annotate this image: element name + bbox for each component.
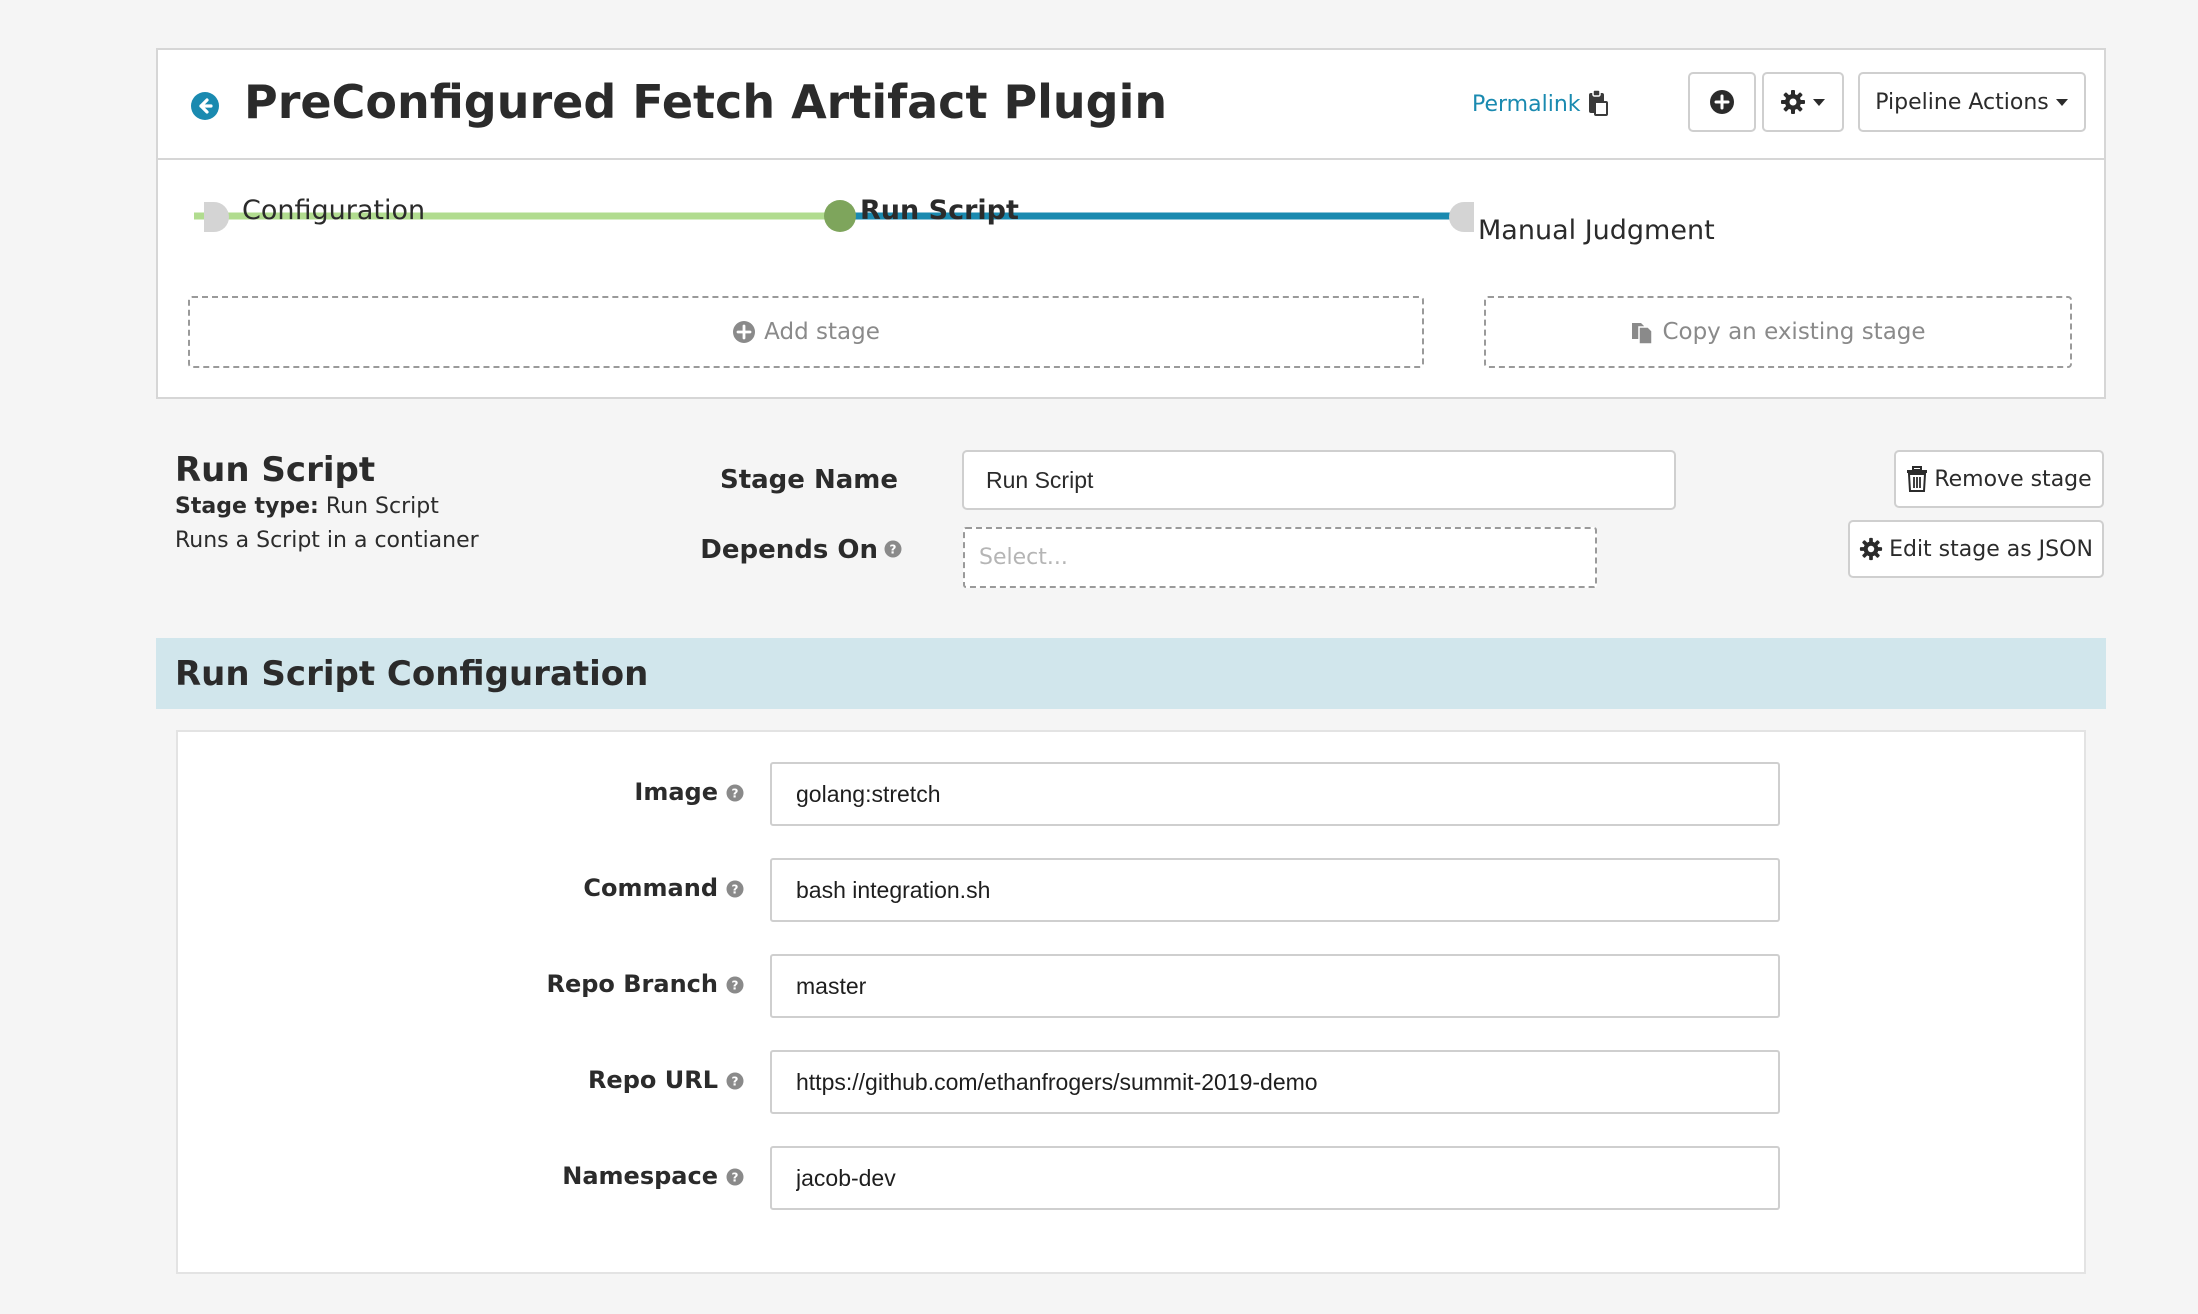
remove-stage-button[interactable]: Remove stage xyxy=(1894,450,2104,508)
repo-branch-input[interactable] xyxy=(770,954,1780,1018)
permalink-link[interactable]: Permalink xyxy=(1472,90,1581,120)
pipeline-graph xyxy=(194,200,1474,232)
stage-name-input[interactable] xyxy=(962,450,1676,510)
stage-description: Runs a Script in a contianer xyxy=(175,528,479,553)
command-input[interactable] xyxy=(770,858,1780,922)
settings-dropdown-button[interactable] xyxy=(1762,72,1844,132)
add-stage-button[interactable]: Add stage xyxy=(188,296,1424,368)
stage-title: Run Script xyxy=(175,450,376,490)
field-row-image: Image ? xyxy=(178,762,2084,826)
gear-icon xyxy=(1781,90,1805,114)
caret-down-icon xyxy=(1813,99,1825,106)
command-label: Command xyxy=(583,874,718,902)
svg-text:?: ? xyxy=(732,1171,739,1185)
plus-circle-icon xyxy=(1710,90,1734,114)
svg-text:?: ? xyxy=(732,787,739,801)
depends-on-select[interactable]: Select... xyxy=(963,527,1597,588)
gear-icon xyxy=(1860,537,1883,561)
add-stage-label: Add stage xyxy=(764,319,880,345)
edit-stage-json-button[interactable]: Edit stage as JSON xyxy=(1848,520,2104,578)
caret-down-icon xyxy=(2055,99,2068,106)
repo-branch-label: Repo Branch xyxy=(546,970,718,998)
add-button[interactable] xyxy=(1688,72,1756,132)
depends-on-label: Depends On xyxy=(700,535,878,565)
svg-text:?: ? xyxy=(732,1075,739,1089)
help-circle-icon[interactable]: ? xyxy=(726,880,744,898)
plus-circle-icon xyxy=(733,321,756,343)
field-row-namespace: Namespace ? xyxy=(178,1146,2084,1210)
help-circle-icon[interactable]: ? xyxy=(726,1072,744,1090)
pipeline-actions-label: Pipeline Actions xyxy=(1875,89,2049,115)
graph-node-label-manual-judgment[interactable]: Manual Judgment xyxy=(1478,214,1715,248)
config-section-title: Run Script Configuration xyxy=(175,654,649,694)
copy-stage-label: Copy an existing stage xyxy=(1662,319,1926,345)
repo-url-input[interactable] xyxy=(770,1050,1780,1114)
svg-text:?: ? xyxy=(890,543,897,557)
image-input[interactable] xyxy=(770,762,1780,826)
stage-type-value: Run Script xyxy=(325,494,439,519)
svg-text:?: ? xyxy=(732,883,739,897)
graph-node-label-configuration[interactable]: Configuration xyxy=(242,194,425,228)
graph-node-manual-judgment[interactable] xyxy=(1449,202,1474,232)
field-row-repo-branch: Repo Branch ? xyxy=(178,954,2084,1018)
repo-url-label: Repo URL xyxy=(587,1066,718,1094)
field-row-command: Command ? xyxy=(178,858,2084,922)
image-label: Image xyxy=(634,778,718,806)
stage-type-label: Stage type: xyxy=(175,494,319,519)
copy-icon xyxy=(1632,323,1654,345)
help-circle-icon[interactable]: ? xyxy=(726,976,744,994)
clipboard-icon[interactable] xyxy=(1584,88,1610,118)
graph-node-configuration[interactable] xyxy=(204,202,229,232)
graph-node-label-run-script[interactable]: Run Script xyxy=(860,194,1019,228)
copy-existing-stage-button[interactable]: Copy an existing stage xyxy=(1484,296,2072,368)
config-section-header: Run Script Configuration xyxy=(156,638,2106,709)
stage-type-line: Stage type: Run Script xyxy=(175,492,439,522)
page-title: PreConfigured Fetch Artifact Plugin xyxy=(244,75,1168,129)
help-circle-icon[interactable]: ? xyxy=(884,540,902,558)
edit-json-label: Edit stage as JSON xyxy=(1889,536,2093,562)
graph-node-run-script[interactable] xyxy=(824,200,856,232)
back-arrow-icon[interactable] xyxy=(190,91,220,121)
stage-name-label: Stage Name xyxy=(719,465,898,495)
pipeline-header-panel: PreConfigured Fetch Artifact Plugin Perm… xyxy=(156,48,2106,399)
remove-stage-label: Remove stage xyxy=(1934,466,2092,492)
trash-icon xyxy=(1907,466,1928,492)
namespace-label: Namespace xyxy=(562,1162,718,1190)
svg-text:?: ? xyxy=(732,979,739,993)
config-form-panel: Image ? Command ? Repo Branch ? Repo URL… xyxy=(176,730,2086,1274)
namespace-input[interactable] xyxy=(770,1146,1780,1210)
help-circle-icon[interactable]: ? xyxy=(726,1168,744,1186)
pipeline-actions-button[interactable]: Pipeline Actions xyxy=(1858,72,2086,132)
field-row-repo-url: Repo URL ? xyxy=(178,1050,2084,1114)
help-circle-icon[interactable]: ? xyxy=(726,784,744,802)
